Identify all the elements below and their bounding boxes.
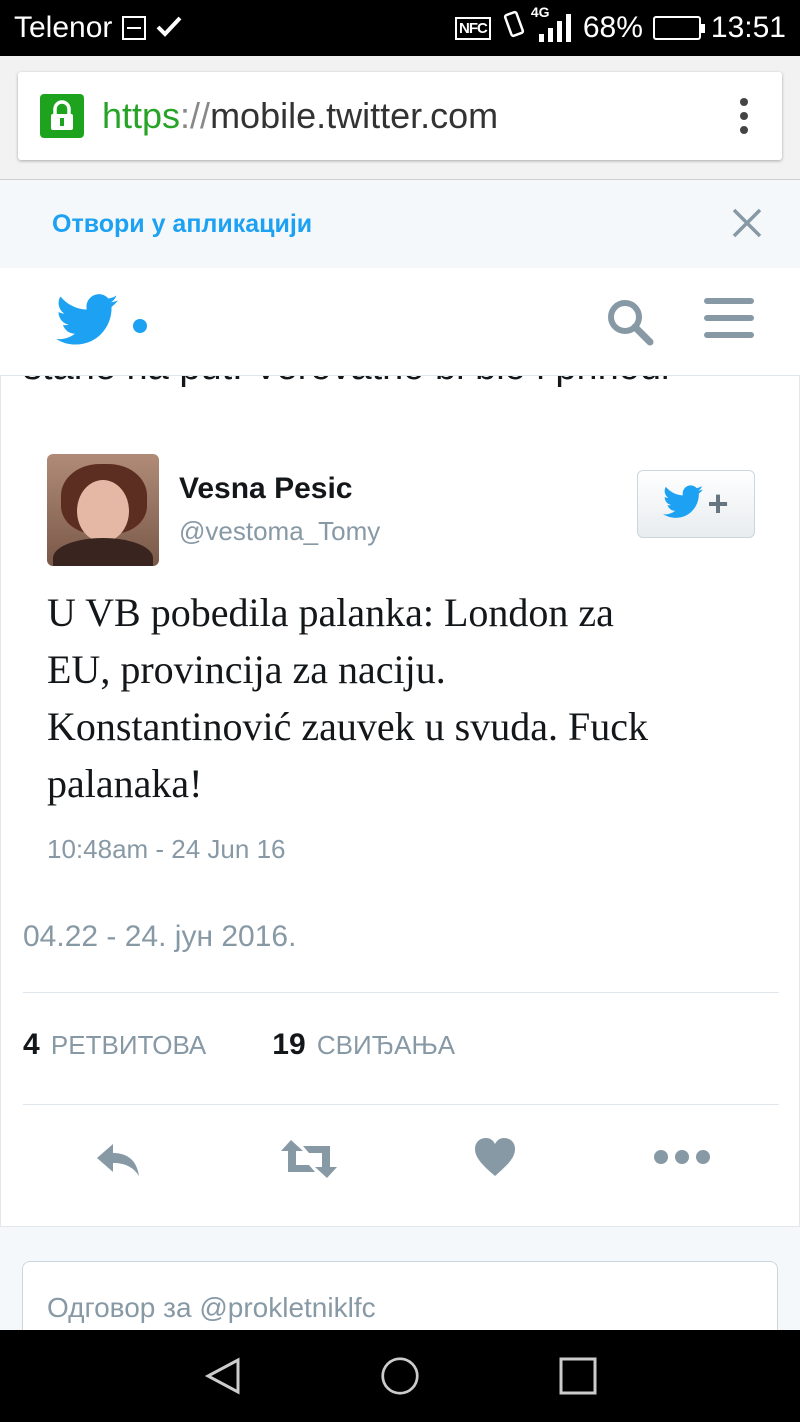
- tweet-detail: stane na put. Verovatno bi bio i prihodi…: [0, 376, 800, 1226]
- vibrate-icon: [501, 9, 527, 47]
- author-handle[interactable]: @vestoma_Tomy: [179, 516, 380, 547]
- retweet-date: 04.22 - 24. јун 2016.: [23, 920, 297, 953]
- browser-toolbar: https://mobile.twitter.com: [0, 56, 800, 180]
- twitter-header: [0, 268, 800, 376]
- lock-icon[interactable]: [40, 94, 84, 138]
- retweets-label: РЕТВИТОВА: [50, 1030, 207, 1060]
- screen: Telenor NFC 4G 68% 13:51 https://mobile.…: [0, 0, 800, 1422]
- likes-label: СВИЂАЊА: [316, 1030, 456, 1060]
- carrier-name: Telenor: [14, 11, 113, 44]
- tweet-timestamp[interactable]: 10:48am - 24 Jun 16: [47, 834, 286, 865]
- previous-tweet-text: stane na put. Verovatno bi bio i prihodi: [23, 376, 669, 389]
- tweet-text-line: U VB pobedila palanka: London za: [47, 590, 614, 635]
- address-bar[interactable]: https://mobile.twitter.com: [18, 72, 782, 160]
- navigation-bar: [0, 1330, 800, 1422]
- status-right: NFC 4G 68% 13:51: [455, 4, 786, 47]
- open-in-app-link[interactable]: Отвори у апликацији: [52, 210, 312, 239]
- plus-icon: +: [707, 483, 729, 524]
- tweet-text: U VB pobedila palanka: London za EU, pro…: [47, 584, 767, 812]
- divider: [23, 992, 779, 993]
- divider: [23, 1104, 779, 1105]
- clock: 13:51: [710, 11, 786, 44]
- url-separator: ://: [180, 95, 211, 136]
- network-type: 4G: [530, 4, 550, 20]
- url-scheme: https: [102, 95, 181, 136]
- signal-icon: 4G: [531, 4, 573, 44]
- retweets-count: 4: [23, 1028, 40, 1061]
- retweets-stat[interactable]: 4 РЕТВИТОВА: [23, 1028, 206, 1062]
- tweet-text-line: palanaka!: [47, 761, 203, 806]
- url-text[interactable]: https://mobile.twitter.com: [102, 95, 498, 137]
- avatar[interactable]: [47, 454, 159, 566]
- likes-stat[interactable]: 19 СВИЂАЊА: [272, 1028, 455, 1062]
- follow-button[interactable]: +: [637, 470, 755, 538]
- search-icon[interactable]: [606, 298, 654, 351]
- recents-icon[interactable]: [558, 1356, 598, 1401]
- battery-icon: [652, 16, 705, 40]
- author-name[interactable]: Vesna Pesic: [179, 472, 352, 506]
- twitter-bird-icon[interactable]: [56, 294, 118, 351]
- notification-dot: [133, 319, 147, 333]
- open-in-app-banner: Отвори у апликацији: [0, 180, 800, 268]
- tweet-stats: 4 РЕТВИТОВА 19 СВИЂАЊА: [23, 1028, 521, 1062]
- check-icon: [156, 11, 182, 45]
- overflow-menu-icon[interactable]: [740, 98, 748, 134]
- status-bar: Telenor NFC 4G 68% 13:51: [0, 0, 800, 56]
- more-icon[interactable]: [653, 1148, 711, 1171]
- tweet-text-line: Konstantinović zauvek u svuda. Fuck: [47, 704, 648, 749]
- tweet-actions: [1, 1132, 799, 1192]
- tweet-text-line: EU, provincija za naciju.: [47, 647, 446, 692]
- twitter-bird-icon: [663, 484, 704, 524]
- screenshot-icon: [122, 16, 147, 40]
- back-icon[interactable]: [202, 1356, 242, 1401]
- likes-count: 19: [272, 1028, 306, 1061]
- retweet-icon[interactable]: [279, 1138, 339, 1185]
- reply-icon[interactable]: [93, 1140, 141, 1185]
- like-heart-icon[interactable]: [473, 1136, 517, 1183]
- nfc-icon: NFC: [455, 16, 491, 40]
- reply-area: Одговор за @prokletniklfc: [0, 1226, 800, 1351]
- menu-icon[interactable]: [704, 298, 754, 349]
- close-icon[interactable]: [730, 206, 764, 245]
- url-host: mobile.twitter.com: [210, 95, 499, 136]
- home-icon[interactable]: [378, 1356, 422, 1401]
- battery-percent: 68%: [582, 11, 643, 44]
